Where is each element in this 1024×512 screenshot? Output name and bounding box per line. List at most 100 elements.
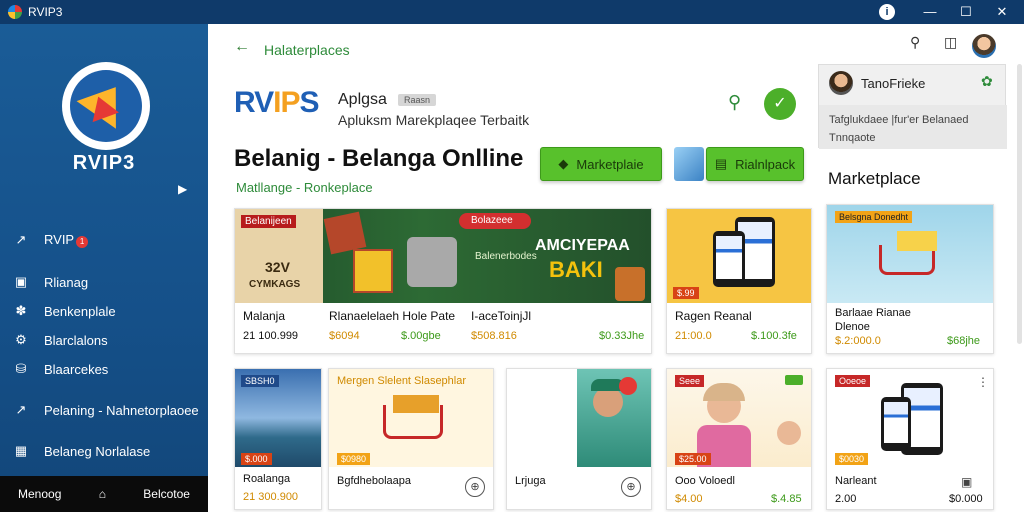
banner-headline: AMCIYEPAA	[535, 237, 630, 254]
product-card[interactable]: Seee $25.00 Ooo Voloedl $4.00 $.4.85	[666, 368, 812, 510]
package-icon: ▤	[714, 156, 728, 171]
banner-sub: CYMKAGS	[249, 279, 301, 290]
notification-badge: 1	[76, 236, 89, 248]
app-subtitle: Apluksm Marekplaqee Terbaitk	[338, 112, 530, 128]
avatar[interactable]	[972, 34, 996, 58]
banner-tag: Ooeoe	[835, 375, 871, 387]
product-title: Lrjuga	[515, 475, 546, 487]
maximize-icon[interactable]: ☐	[956, 2, 976, 22]
banner-tag: SBSH0	[241, 375, 279, 387]
mouse-cursor-icon: ▶	[178, 182, 188, 196]
info-icon[interactable]: i	[879, 4, 895, 20]
marketplace-button[interactable]: ◆ Marketplaie	[540, 147, 662, 181]
product-card[interactable]: SBSH0 $.000 Roalanga 21 300.900	[234, 368, 322, 510]
settings-icon[interactable]: ✿	[981, 73, 993, 90]
product-card-featured[interactable]: Belanijeen 32V CYMKAGS Bolazeee Balenerb…	[234, 208, 652, 354]
price-badge: $0030	[835, 453, 869, 465]
brand-name: RVIP3	[72, 152, 136, 174]
sidebar-item-label: Rlianag	[44, 274, 89, 290]
footer-left-button[interactable]: Menoog	[18, 487, 61, 501]
sidebar-item-benkenplale[interactable]: ✽ Benkenplale	[12, 301, 116, 321]
window-titlebar: RVIP3 i — ☐ ✕	[0, 0, 1024, 24]
price-badge: $25.00	[675, 453, 711, 465]
product-price-alt: $.100.3fe	[751, 330, 797, 342]
product-title: I-aceToinjJl	[471, 309, 532, 323]
avatar[interactable]	[829, 71, 853, 95]
page-title: Belanig - Belanga Onlline	[234, 145, 524, 172]
banner-mid: Balenerbodes	[475, 251, 537, 262]
price-badge: $.000	[241, 453, 272, 465]
sidebar-item-label: Pelaning - Nahnetorplaoee	[44, 402, 199, 418]
card-header: Mergen Slelent Slasephlar	[337, 375, 467, 387]
arrow-left-icon[interactable]: ←	[234, 38, 250, 56]
footer-right-button[interactable]: Belcotoe	[143, 487, 190, 501]
product-price: 21:00.0	[675, 330, 712, 342]
product-card[interactable]: Belsgna Donedht Barlaae Rianae Dlenoe $.…	[826, 204, 994, 354]
user-note: Tafglukdaee |fur'er Belanaed Tnnqaote	[819, 105, 1007, 149]
price-badge: $.99	[673, 287, 699, 299]
cart-icon[interactable]: ▣	[961, 475, 972, 489]
add-button[interactable]: ⊕	[621, 477, 641, 497]
rocket-icon	[674, 147, 704, 181]
sidebar-item-blarclalons[interactable]: ⚙ Blarclalons	[12, 330, 107, 350]
product-price: 21 300.900	[243, 491, 299, 503]
share-icon: ↗	[15, 402, 27, 417]
book-icon[interactable]: ◫	[944, 34, 957, 51]
sidebar-item-rlianag[interactable]: ▣ Rlianag	[12, 272, 88, 292]
image-icon: ✽	[15, 303, 27, 318]
home-icon[interactable]: ⌂	[99, 487, 106, 501]
sidebar-item-label: Belaneg Norlalase	[44, 443, 151, 459]
sidebar-footer: Menoog ⌂ Belcotoe	[0, 476, 208, 512]
product-card[interactable]: Mergen Slelent Slasephlar $0980 Bgfdhebo…	[328, 368, 494, 510]
sidebar-item-label: RVIP	[44, 232, 75, 247]
product-price: 2.00	[835, 493, 857, 505]
app-icon	[8, 5, 22, 19]
product-price: $6094	[329, 330, 360, 342]
sidebar-item-belaneg[interactable]: ▦ Belaneg Norlalase	[12, 441, 150, 461]
breadcrumb[interactable]: Halaterplaces	[264, 42, 350, 58]
user-name: TanoFrieke	[861, 76, 926, 91]
marketpack-button[interactable]: ▤ Rialnlpack	[706, 147, 804, 181]
app-tag: Raasn	[398, 94, 437, 106]
add-button[interactable]: ⊕	[465, 477, 485, 497]
close-icon[interactable]: ✕	[992, 2, 1012, 22]
search-icon[interactable]: ⚲	[728, 92, 741, 113]
product-price-alt: $0.000	[949, 493, 983, 505]
rvip-logo: RVIPS	[234, 86, 320, 119]
sidebar-item-pelaning[interactable]: ↗ Pelaning - Nahnetorplaoee	[12, 400, 199, 420]
product-title: Ooo Voloedl	[675, 475, 735, 487]
product-title: Ragen Reanal	[675, 309, 752, 323]
search-icon[interactable]: ⚲	[910, 34, 920, 51]
sidebar-item-rvip[interactable]: ↗ RVIP 1	[12, 230, 89, 250]
go-button[interactable]: ✓	[764, 88, 796, 120]
image-icon: ▣	[14, 274, 28, 289]
product-card[interactable]: Ooeoe ⋮ $0030 Narleant 2.00 $0.000 ▣	[826, 368, 994, 510]
product-price: $4.00	[675, 493, 703, 505]
app-name: Aplgsa	[338, 91, 387, 108]
product-title: Narleant	[835, 475, 877, 487]
product-price: 21 100.999	[243, 330, 299, 342]
minimize-icon[interactable]: —	[920, 2, 940, 22]
page-subtitle: Matllange - Ronkeplace	[236, 180, 373, 195]
product-price: $508.816	[471, 330, 517, 342]
sidebar-item-label: Benkenplale	[44, 303, 116, 319]
product-subtitle: Dlenoe	[835, 321, 870, 333]
sidebar-item-label: Blaarcekes	[44, 361, 109, 377]
section-title: Marketplace	[828, 169, 921, 188]
product-title: Roalanga	[243, 473, 291, 485]
product-title: Rlanaelelaeh Hole Pate	[329, 309, 456, 323]
more-icon[interactable]: ⋮	[977, 375, 989, 389]
sidebar: RVIP3 ▶ ↗ RVIP 1 ▣ Rlianag ✽ Benkenplale …	[0, 24, 208, 512]
product-card[interactable]: Lrjuga ⊕	[506, 368, 652, 510]
grid-icon: ▦	[14, 443, 28, 458]
user-panel: TanoFrieke ✿ Tafglukdaee |fur'er Belanae…	[818, 64, 1007, 149]
sidebar-item-blaarcekes[interactable]: ⛁ Blaarcekes	[12, 359, 109, 379]
share-icon: ↗	[15, 232, 27, 247]
scrollbar[interactable]	[1017, 64, 1022, 344]
brand-logo	[62, 62, 150, 150]
chat-icon: ⛁	[15, 361, 27, 376]
banner-tag: Seee	[675, 375, 705, 387]
tag-icon: ◆	[558, 156, 569, 171]
product-card[interactable]: $.99 Ragen Reanal 21:00.0 $.100.3fe	[666, 208, 812, 354]
product-price-alt: $.4.85	[771, 493, 802, 505]
